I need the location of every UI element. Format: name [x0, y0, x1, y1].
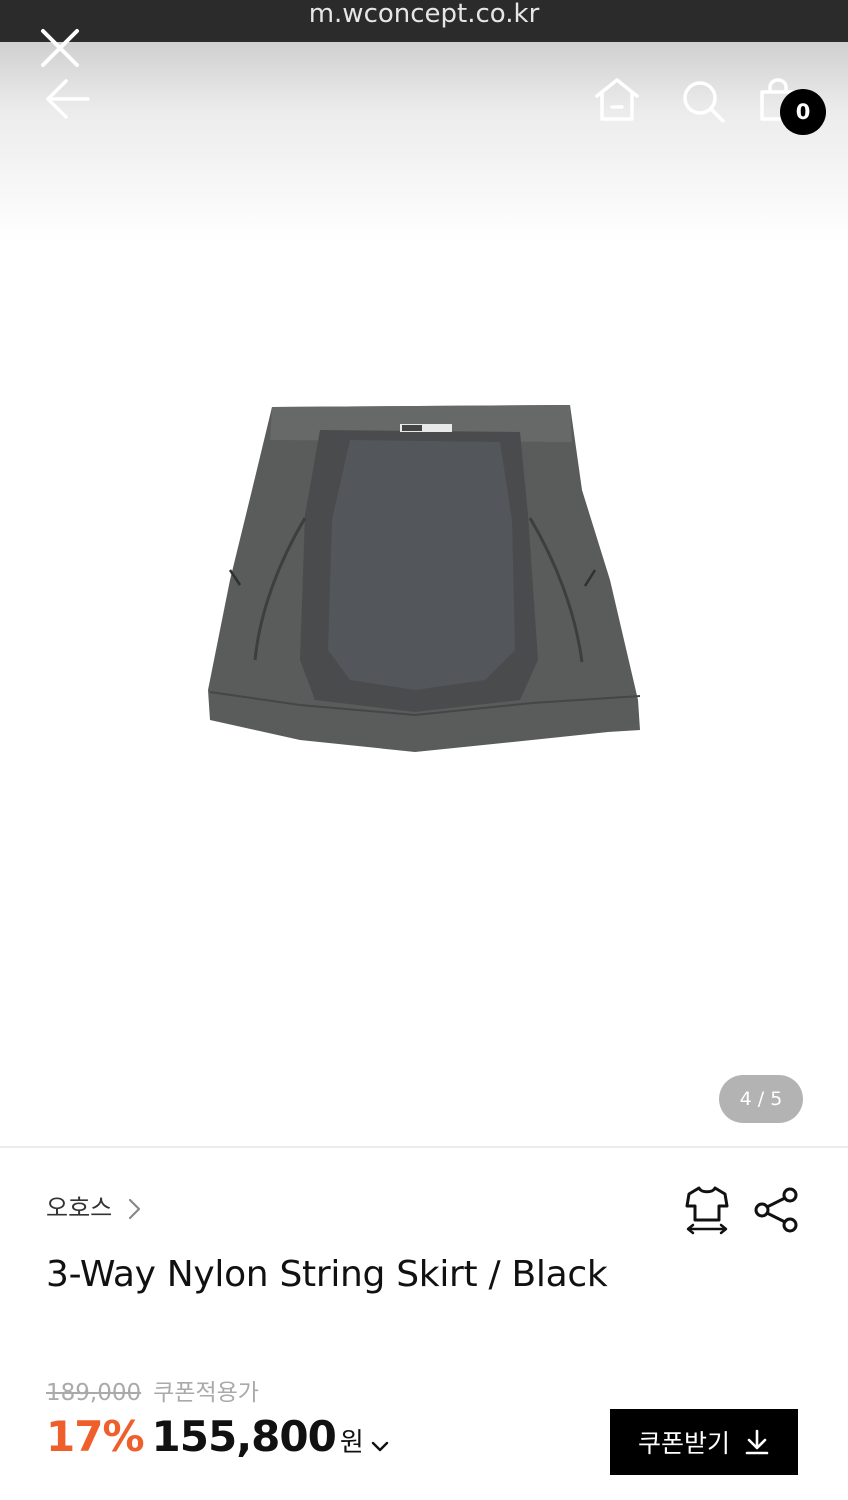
product-title: 3-Way Nylon String Skirt / Black	[46, 1254, 608, 1295]
brand-link[interactable]: 오호스	[46, 1188, 142, 1223]
section-divider	[0, 1146, 848, 1148]
share-icon[interactable]	[752, 1186, 800, 1234]
chevron-down-icon[interactable]	[370, 1440, 390, 1454]
search-icon[interactable]	[678, 76, 728, 126]
discount-rate: 17%	[46, 1412, 145, 1461]
original-price-row: 189,000 쿠폰적용가	[46, 1373, 259, 1407]
download-icon	[745, 1429, 769, 1455]
coupon-download-button[interactable]: 쿠폰받기	[610, 1409, 798, 1475]
header-overlay	[0, 42, 848, 242]
original-price: 189,000	[46, 1380, 142, 1406]
size-guide-icon[interactable]	[683, 1184, 731, 1236]
price-row[interactable]: 17% 155,800 원	[46, 1412, 390, 1472]
home-icon[interactable]	[592, 74, 642, 124]
product-image[interactable]	[200, 400, 650, 760]
arrow-left-icon[interactable]	[44, 78, 92, 120]
sale-price: 155,800	[151, 1412, 337, 1461]
brand-name: 오호스	[46, 1194, 113, 1222]
chevron-right-icon	[128, 1198, 140, 1220]
cart-count-badge[interactable]: 0	[780, 89, 826, 135]
close-icon[interactable]	[38, 26, 82, 70]
currency-unit: 원	[339, 1428, 364, 1458]
coupon-button-label: 쿠폰받기	[637, 1429, 730, 1458]
image-page-indicator: 4 / 5	[719, 1075, 803, 1123]
url-bar[interactable]: m.wconcept.co.kr	[0, 0, 848, 42]
coupon-price-note: 쿠폰적용가	[153, 1380, 259, 1406]
url-text: m.wconcept.co.kr	[308, 0, 540, 29]
